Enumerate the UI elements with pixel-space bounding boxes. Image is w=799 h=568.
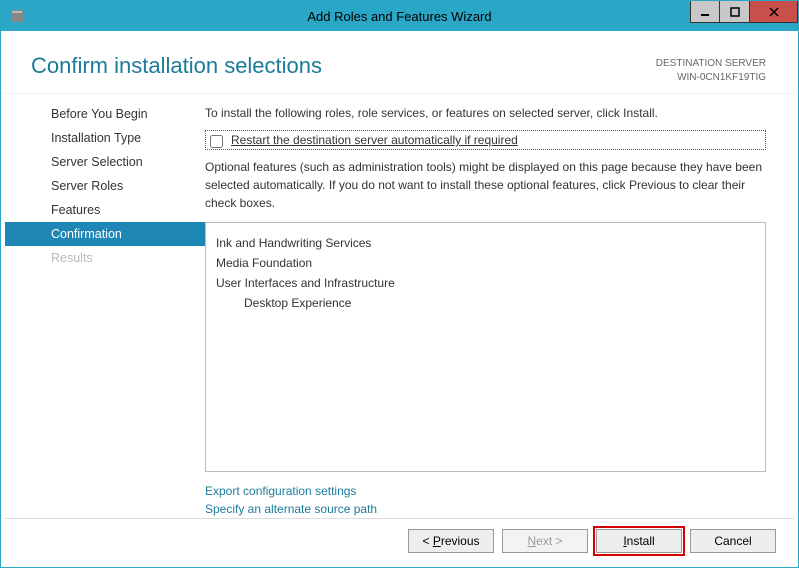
maximize-button[interactable]: [720, 1, 750, 23]
body-row: Before You BeginInstallation TypeServer …: [5, 94, 794, 518]
sidebar-item-confirmation[interactable]: Confirmation: [5, 222, 205, 246]
footer: < Previous Next > Install Cancel: [5, 518, 794, 563]
titlebar-controls: [690, 1, 798, 23]
sidebar-item-server-roles[interactable]: Server Roles: [5, 174, 205, 198]
window-title: Add Roles and Features Wizard: [1, 9, 798, 24]
close-button[interactable]: [750, 1, 798, 23]
features-list: Ink and Handwriting ServicesMedia Founda…: [205, 222, 766, 472]
inner: Confirm installation selections DESTINAT…: [1, 31, 798, 567]
feature-item: Desktop Experience: [216, 293, 755, 313]
minimize-button[interactable]: [690, 1, 720, 23]
sidebar-item-installation-type[interactable]: Installation Type: [5, 126, 205, 150]
restart-row: Restart the destination server automatic…: [205, 130, 766, 150]
restart-label[interactable]: Restart the destination server automatic…: [231, 133, 518, 147]
sidebar-item-server-selection[interactable]: Server Selection: [5, 150, 205, 174]
optional-text: Optional features (such as administratio…: [205, 158, 766, 212]
sidebar-item-results: Results: [5, 246, 205, 270]
destination-server: WIN-0CN1KF19TIG: [656, 71, 766, 85]
app-icon: [9, 8, 25, 24]
cancel-button[interactable]: Cancel: [690, 529, 776, 553]
sidebar-item-features[interactable]: Features: [5, 198, 205, 222]
feature-item: Media Foundation: [216, 253, 755, 273]
intro-text: To install the following roles, role ser…: [205, 106, 766, 120]
main-panel: To install the following roles, role ser…: [205, 98, 794, 518]
page-title: Confirm installation selections: [31, 53, 322, 79]
export-config-link[interactable]: Export configuration settings: [205, 482, 766, 500]
install-button[interactable]: Install: [596, 529, 682, 553]
sidebar: Before You BeginInstallation TypeServer …: [5, 98, 205, 518]
feature-item: Ink and Handwriting Services: [216, 233, 755, 253]
alt-source-link[interactable]: Specify an alternate source path: [205, 500, 766, 518]
next-button: Next >: [502, 529, 588, 553]
wizard-window: Add Roles and Features Wizard Confirm in…: [0, 0, 799, 568]
links: Export configuration settings Specify an…: [205, 482, 766, 518]
sidebar-item-before-you-begin[interactable]: Before You Begin: [5, 102, 205, 126]
feature-item: User Interfaces and Infrastructure: [216, 273, 755, 293]
restart-checkbox[interactable]: [210, 135, 223, 148]
destination-label: DESTINATION SERVER: [656, 57, 766, 71]
destination-info: DESTINATION SERVER WIN-0CN1KF19TIG: [656, 53, 766, 85]
titlebar: Add Roles and Features Wizard: [1, 1, 798, 31]
header-row: Confirm installation selections DESTINAT…: [5, 35, 794, 94]
previous-button[interactable]: < Previous: [408, 529, 494, 553]
